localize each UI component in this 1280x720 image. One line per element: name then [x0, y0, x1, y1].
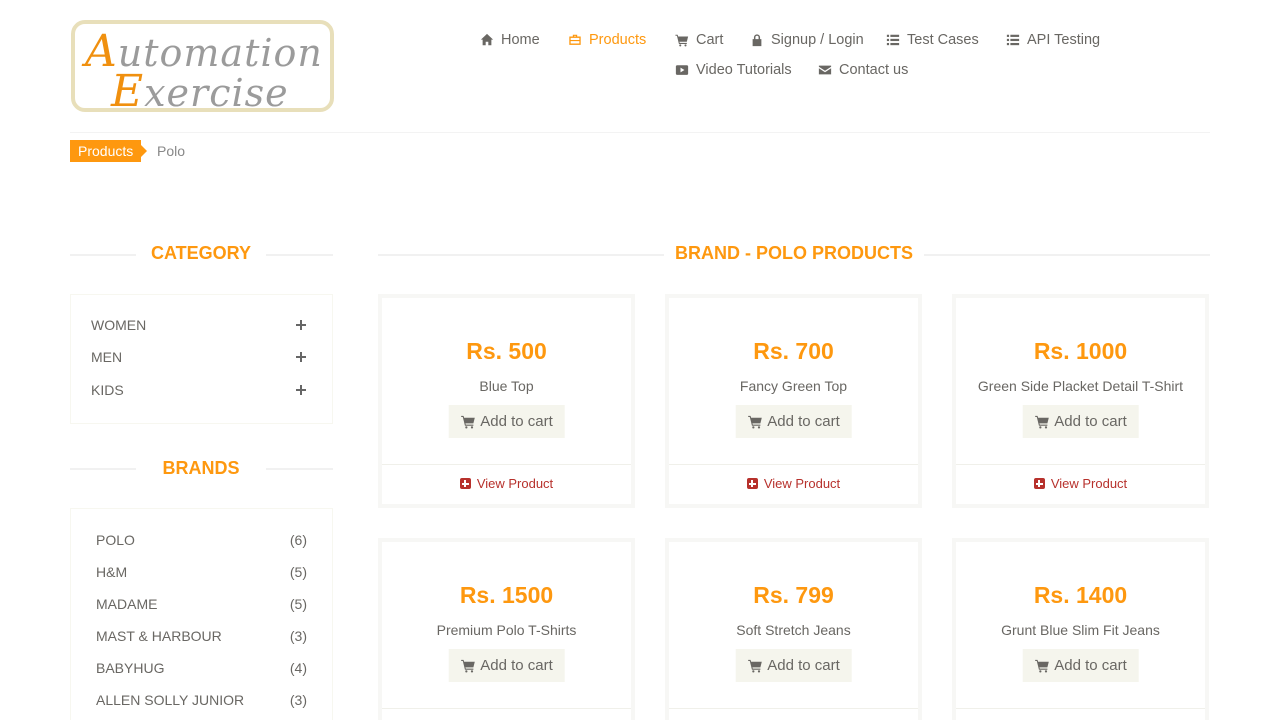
plus-square-icon: [1033, 478, 1045, 489]
plus-icon[interactable]: [296, 385, 306, 395]
brands-title-rule-left: [70, 468, 136, 470]
card-divider: [382, 464, 631, 465]
category-title: Category: [150, 243, 251, 263]
brand-item-hm[interactable]: H&M (5): [96, 564, 307, 582]
product-price: Rs. 700: [753, 338, 834, 364]
view-product-link[interactable]: View Product: [956, 476, 1205, 491]
product-name: Fancy Green Top: [739, 378, 848, 394]
product-name: Soft Stretch Jeans: [736, 622, 851, 638]
youtube-icon: [675, 65, 689, 75]
category-item-men[interactable]: MEN: [91, 348, 306, 366]
nav-home[interactable]: Home: [480, 29, 540, 51]
list-icon: [886, 34, 900, 46]
category-title-rule-left: [70, 254, 136, 256]
brands-title-rule-right: [266, 468, 333, 470]
brands-title: Brands: [162, 458, 240, 478]
main-nav: Home Products Cart Signup / Login Test C…: [0, 0, 1280, 100]
product-price: Rs. 799: [753, 582, 834, 608]
product-card: Rs. 1500 Premium Polo T-Shirts Add to ca…: [378, 538, 635, 720]
briefcase-icon: [569, 34, 581, 45]
product-card: Rs. 1400 Grunt Blue Slim Fit Jeans Add t…: [952, 538, 1209, 720]
product-price: Rs. 1400: [1033, 582, 1128, 608]
list-icon: [1006, 34, 1020, 46]
brand-item-mast-harbour[interactable]: MAST & HARBOUR (3): [96, 628, 307, 646]
card-divider: [956, 708, 1205, 709]
product-name: Blue Top: [479, 378, 534, 394]
products-title: Brand - Polo Products: [664, 243, 924, 264]
header-divider: [70, 132, 1210, 133]
product-price: Rs. 1500: [459, 582, 554, 608]
breadcrumb-products[interactable]: Products: [70, 140, 148, 162]
view-product-link[interactable]: View Product: [669, 476, 918, 491]
add-to-cart-button[interactable]: Add to cart: [448, 649, 565, 682]
nav-api-testing[interactable]: API Testing: [1006, 29, 1100, 51]
add-to-cart-button[interactable]: Add to cart: [735, 649, 852, 682]
envelope-icon: [818, 65, 832, 75]
brands-panel: POLO (6) H&M (5) MADAME (5) MAST & HARBOUR(…: [70, 508, 333, 720]
cart-icon: [675, 34, 689, 47]
breadcrumb-current: Polo: [157, 143, 186, 159]
card-divider: [669, 464, 918, 465]
add-to-cart-button[interactable]: Add to cart: [1022, 649, 1139, 682]
plus-icon[interactable]: [296, 320, 306, 330]
product-card: Rs. 1000 Green Side Placket Detail T-Shi…: [952, 294, 1209, 508]
nav-video-tutorials[interactable]: Video Tutorials: [675, 59, 792, 81]
cart-icon: [747, 415, 762, 429]
category-item-women[interactable]: WOMEN: [91, 316, 306, 334]
nav-products[interactable]: Products: [568, 29, 646, 51]
brand-item-allen-solly-junior[interactable]: ALLEN SOLLY JUNIOR (3): [96, 692, 307, 710]
nav-signup-login[interactable]: Signup / Login: [750, 29, 864, 51]
product-price: Rs. 1000: [1033, 338, 1128, 364]
category-title-rule-right: [266, 254, 333, 256]
view-product-link[interactable]: View Product: [382, 476, 631, 491]
nav-contact-us[interactable]: Contact us: [818, 59, 908, 81]
product-card: Rs. 500 Blue Top Add to cart View Produc…: [378, 294, 635, 508]
product-price: Rs. 500: [466, 338, 547, 364]
product-name: Green Side Placket Detail T-Shirt: [977, 378, 1184, 394]
product-name: Grunt Blue Slim Fit Jeans: [1001, 622, 1160, 638]
add-to-cart-button[interactable]: Add to cart: [448, 405, 565, 438]
product-card: Rs. 799 Soft Stretch Jeans Add to cart: [665, 538, 922, 720]
category-panel: WOMEN MEN KIDS: [70, 294, 333, 424]
home-icon: [480, 33, 494, 46]
brand-item-polo[interactable]: POLO (6): [96, 532, 307, 550]
category-item-kids[interactable]: KIDS: [91, 381, 306, 399]
brand-item-babyhug[interactable]: BABYHUG (4): [96, 660, 307, 678]
cart-icon: [460, 415, 475, 429]
card-divider: [382, 708, 631, 709]
product-card: Rs. 700 Fancy Green Top Add to cart View…: [665, 294, 922, 508]
card-divider: [956, 464, 1205, 465]
brand-item-madame[interactable]: MADAME (5): [96, 596, 307, 614]
cart-icon: [1034, 415, 1049, 429]
plus-icon[interactable]: [296, 352, 306, 362]
cart-icon: [1034, 659, 1049, 673]
nav-cart[interactable]: Cart: [675, 29, 723, 51]
add-to-cart-button[interactable]: Add to cart: [735, 405, 852, 438]
card-divider: [669, 708, 918, 709]
nav-test-cases[interactable]: Test Cases: [886, 29, 979, 51]
plus-square-icon: [459, 478, 471, 489]
plus-square-icon: [746, 478, 758, 489]
product-name: Premium Polo T-Shirts: [436, 622, 577, 638]
cart-icon: [460, 659, 475, 673]
lock-icon: [752, 34, 762, 47]
add-to-cart-button[interactable]: Add to cart: [1022, 405, 1139, 438]
cart-icon: [747, 659, 762, 673]
